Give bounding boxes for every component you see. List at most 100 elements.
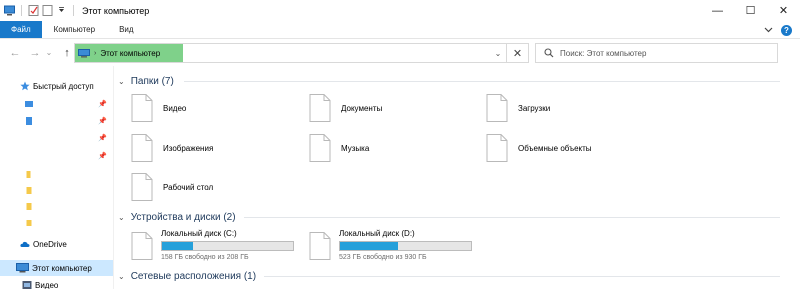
drive-usage-fill <box>162 242 194 250</box>
group-divider <box>184 81 780 82</box>
group-header-label: Сетевые расположения (1) <box>130 270 257 282</box>
forward-button[interactable]: → <box>28 46 42 60</box>
search-input[interactable] <box>560 48 760 58</box>
tab-view[interactable]: Вид <box>107 21 145 38</box>
folder-label: Загрузки <box>518 103 551 113</box>
folder-item-3d-objects[interactable]: Объемные объекты <box>486 132 592 164</box>
sidebar-item-label: Видео <box>35 280 59 289</box>
sidebar-item-quick-access[interactable]: Быстрый доступ <box>0 78 113 94</box>
sidebar-item-pinned[interactable]: 📌 <box>0 96 113 112</box>
tab-computer[interactable]: Компьютер <box>42 21 107 38</box>
drive-name: Локальный диск (D:) <box>339 229 415 238</box>
properties-icon[interactable] <box>28 5 39 16</box>
folder-item-desktop[interactable]: Рабочий стол <box>131 171 213 203</box>
window-controls: — ☐ ✕ <box>701 0 800 21</box>
up-button[interactable]: ↑ <box>60 46 74 60</box>
pin-icon: 📌 <box>98 118 107 125</box>
computer-icon <box>78 48 90 57</box>
help-button[interactable]: ? <box>781 24 792 36</box>
title-divider <box>73 5 74 16</box>
content-scrollbar[interactable] <box>780 66 800 289</box>
drive-usage-bar <box>161 241 294 251</box>
sidebar-item-pinned[interactable]: 📌 <box>0 113 113 129</box>
sidebar-item-label: Этот компьютер <box>32 263 92 273</box>
sidebar-item-this-pc[interactable]: Этот компьютер <box>0 260 113 276</box>
navigation-pane: Быстрый доступ 📌 📌 📌 📌 OneDrive Этот ком… <box>0 66 113 289</box>
sidebar-item-folder[interactable] <box>0 214 113 230</box>
drive-item-c[interactable]: Локальный диск (C:) 158 ГБ свободно из 2… <box>131 228 301 264</box>
file-icon <box>131 134 153 162</box>
sidebar-item-folder[interactable] <box>0 198 113 214</box>
tab-file[interactable]: Файл <box>0 21 42 38</box>
pinned-folder-icon <box>25 101 33 107</box>
drive-free-space: 158 ГБ свободно из 208 ГБ <box>161 254 249 261</box>
sidebar-item-folder[interactable] <box>0 166 113 182</box>
cloud-icon <box>20 241 30 247</box>
ribbon-right-controls: ? <box>764 21 792 39</box>
chevron-down-icon[interactable]: ⌄ <box>118 213 125 222</box>
folder-icon <box>26 187 32 194</box>
folder-item-pictures[interactable]: Изображения <box>131 132 213 164</box>
file-icon <box>309 134 331 162</box>
group-header-devices[interactable]: ⌄ Устройства и диски (2) <box>114 209 236 225</box>
toolbar-divider <box>21 5 22 16</box>
quick-access-toolbar <box>0 0 77 21</box>
minimize-button[interactable]: — <box>701 0 734 21</box>
address-segment[interactable]: › Этот компьютер <box>75 44 183 62</box>
folder-label: Рабочий стол <box>163 182 214 192</box>
breadcrumb-chevron[interactable]: › <box>94 50 96 57</box>
window-title: Этот компьютер <box>82 5 150 16</box>
chevron-down-icon[interactable]: ⌄ <box>118 272 125 281</box>
file-icon <box>309 94 331 122</box>
chevron-down-icon[interactable]: ⌄ <box>118 77 125 86</box>
file-icon <box>486 94 508 122</box>
customize-toolbar-icon[interactable] <box>56 5 67 16</box>
group-divider <box>244 217 780 218</box>
file-icon <box>131 173 153 201</box>
file-icon <box>309 232 331 260</box>
sidebar-item-onedrive[interactable]: OneDrive <box>0 236 113 252</box>
file-icon <box>131 94 153 122</box>
ribbon-tabs: Файл Компьютер Вид ? <box>0 21 800 39</box>
chevron-down-icon[interactable] <box>764 27 773 33</box>
close-button[interactable]: ✕ <box>767 0 800 21</box>
folder-item-music[interactable]: Музыка <box>309 132 369 164</box>
pinned-folder-icon <box>26 117 32 125</box>
pin-icon: 📌 <box>98 101 107 108</box>
computer-icon[interactable] <box>4 5 15 16</box>
back-button[interactable]: ← <box>8 46 22 60</box>
search-box[interactable] <box>535 43 778 63</box>
folder-icon <box>26 171 31 178</box>
drive-usage-bar <box>339 241 472 251</box>
sidebar-item-pinned[interactable]: 📌 <box>0 148 113 164</box>
folder-icon <box>26 220 32 226</box>
group-header-label: Папки (7) <box>130 75 174 87</box>
folder-label: Документы <box>341 103 383 113</box>
sidebar-item-folder[interactable] <box>0 182 113 198</box>
file-icon <box>486 134 508 162</box>
group-header-folders[interactable]: ⌄ Папки (7) <box>114 73 174 89</box>
folder-item-video[interactable]: Видео <box>131 92 186 124</box>
maximize-button[interactable]: ☐ <box>734 0 767 21</box>
address-clear-button[interactable]: ✕ <box>506 43 528 63</box>
title-bar: Этот компьютер — ☐ ✕ <box>0 0 800 21</box>
drive-item-d[interactable]: Локальный диск (D:) 523 ГБ свободно из 9… <box>309 228 479 264</box>
pin-icon: 📌 <box>98 135 107 142</box>
drive-name: Локальный диск (C:) <box>161 229 237 238</box>
address-bar[interactable]: › Этот компьютер ⌄ ✕ <box>74 43 529 63</box>
folder-item-downloads[interactable]: Загрузки <box>486 92 550 124</box>
address-location[interactable]: Этот компьютер <box>100 49 160 58</box>
group-divider <box>264 276 780 277</box>
group-header-network[interactable]: ⌄ Сетевые расположения (1) <box>114 268 256 284</box>
address-dropdown-button[interactable]: ⌄ <box>492 44 504 62</box>
content-pane: ⌄ Папки (7) Видео Документы Загрузки Изо… <box>114 66 780 289</box>
file-icon <box>131 232 153 260</box>
sidebar-item-pinned[interactable]: 📌 <box>0 130 113 146</box>
navigation-bar: ← → ⌄ ↑ › Этот компьютер ⌄ ✕ <box>0 39 800 66</box>
folder-item-documents[interactable]: Документы <box>309 92 382 124</box>
recent-locations-button[interactable]: ⌄ <box>42 46 56 60</box>
sidebar-item-video[interactable]: Видео <box>0 277 113 289</box>
star-icon <box>20 81 30 91</box>
folder-label: Видео <box>163 103 187 113</box>
new-folder-icon[interactable] <box>42 5 53 16</box>
